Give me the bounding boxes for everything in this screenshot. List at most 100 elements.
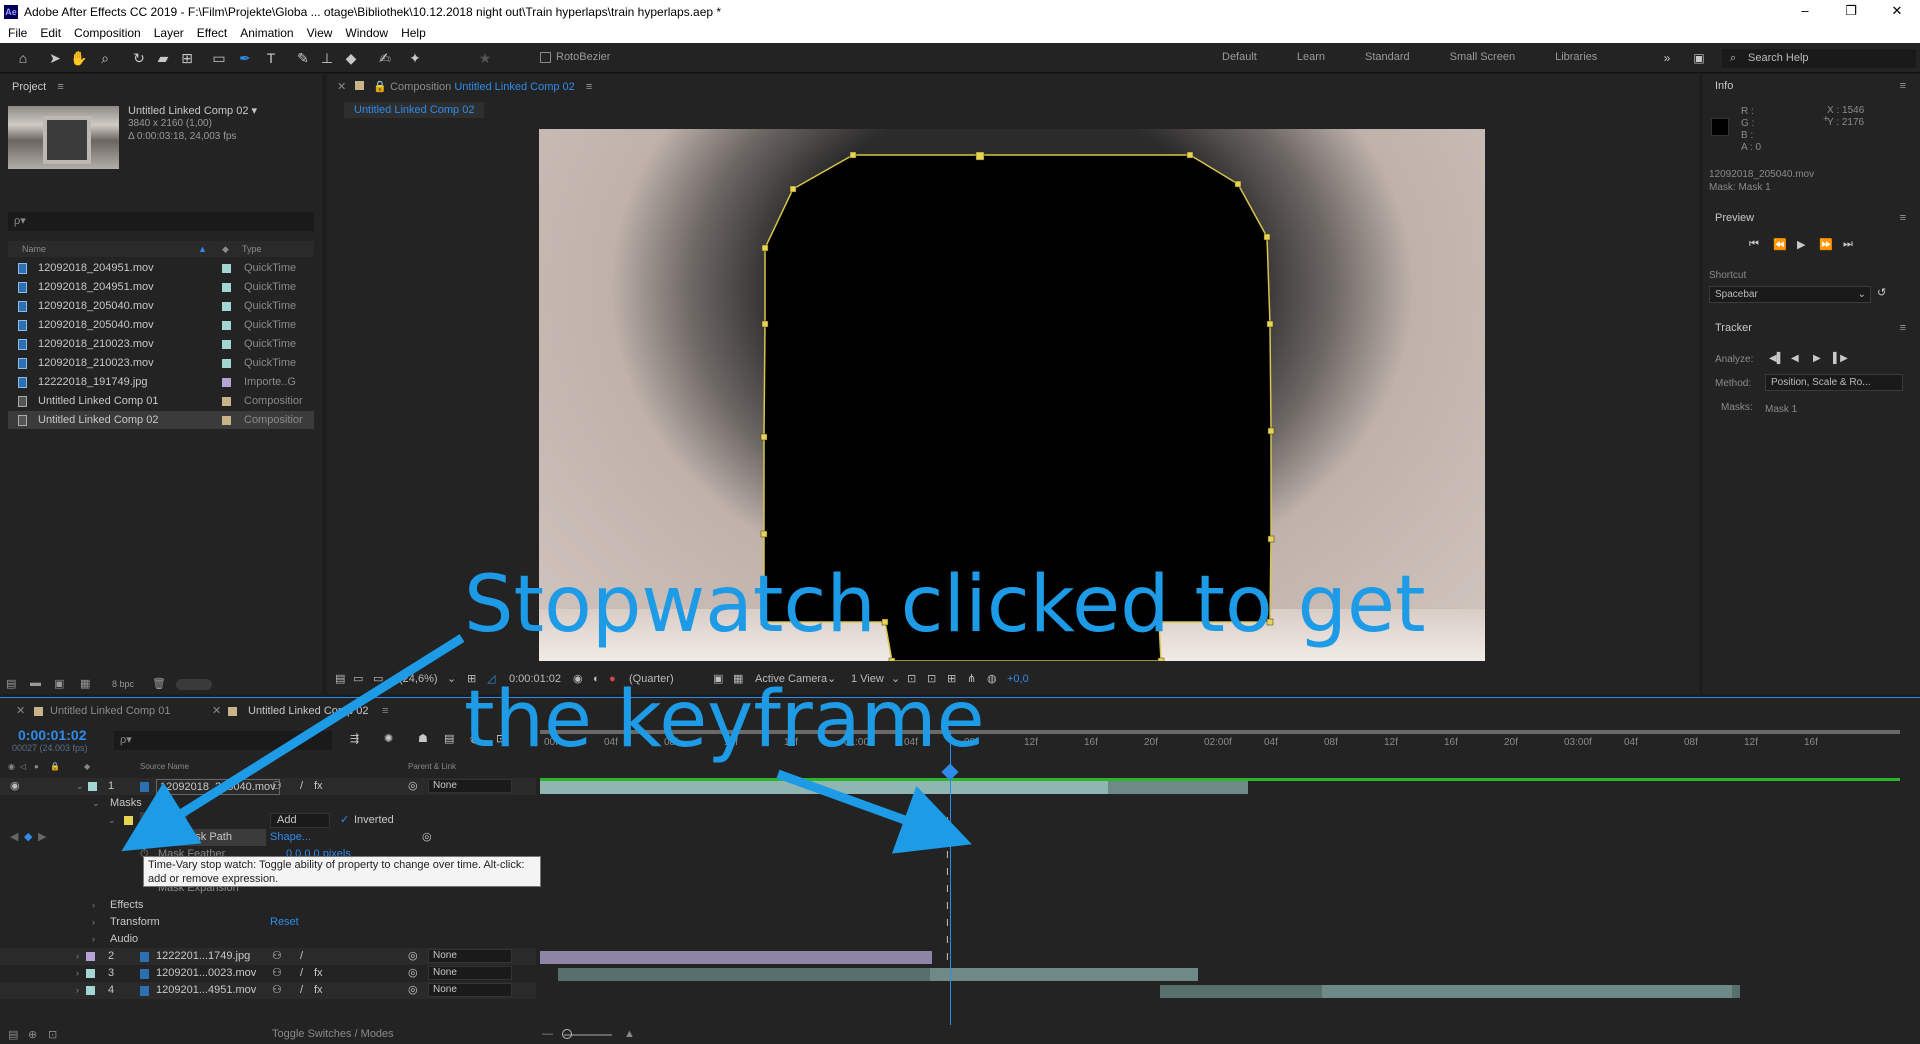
- project-item[interactable]: 12092018_204951.mov QuickTime: [8, 259, 314, 277]
- lock-icon[interactable]: 🔒: [373, 81, 387, 93]
- transform-group[interactable]: › Transform Reset: [0, 914, 536, 931]
- timeline-tab-comp-02[interactable]: Untitled Linked Comp 02: [248, 700, 368, 722]
- mask-vertex[interactable]: [1267, 427, 1275, 435]
- layer-switches-icon[interactable]: ▤: [8, 1028, 18, 1041]
- quality-switch-icon[interactable]: /: [300, 778, 303, 795]
- type-tool-icon[interactable]: T: [262, 49, 280, 67]
- mask-name[interactable]: Mask 1: [140, 812, 188, 829]
- pan-behind-tool-icon[interactable]: ⊞: [178, 49, 196, 67]
- reset-icon[interactable]: ↺: [1877, 286, 1886, 299]
- audio-column-icon[interactable]: ◁: [20, 760, 26, 774]
- analyze-backward-icon[interactable]: ◀▌: [1769, 353, 1784, 364]
- master-view-icon[interactable]: ▭: [373, 668, 383, 690]
- twirl-open-icon[interactable]: ⌄: [108, 812, 116, 829]
- thumbnail-slider[interactable]: [176, 679, 212, 690]
- quality-switch-icon[interactable]: /: [300, 948, 303, 965]
- layer-2-bar[interactable]: [540, 951, 932, 964]
- layer-label-color[interactable]: [88, 782, 97, 791]
- close-tab-icon[interactable]: ✕: [212, 700, 221, 722]
- shy-switch-icon[interactable]: ⚇: [272, 965, 282, 982]
- workspace-libraries[interactable]: Libraries: [1555, 51, 1597, 63]
- project-item[interactable]: 12092018_205040.mov QuickTime: [8, 297, 314, 315]
- parent-dropdown[interactable]: None: [428, 779, 512, 793]
- bit-depth-label[interactable]: 8 bpc: [112, 679, 134, 689]
- project-item[interactable]: 12092018_204951.mov QuickTime: [8, 278, 314, 296]
- twirl-closed-icon[interactable]: ›: [92, 897, 95, 914]
- shy-switch-icon[interactable]: ⚇: [272, 982, 282, 999]
- graph-icon[interactable]: ⊿: [158, 829, 167, 846]
- zoom-tool-icon[interactable]: ⌕: [96, 49, 114, 67]
- visibility-eye-icon[interactable]: ◉: [10, 778, 20, 795]
- source-name-header[interactable]: Source Name: [140, 760, 189, 774]
- next-frame-icon[interactable]: ⏩: [1819, 238, 1833, 251]
- camera-tool-icon[interactable]: ▰: [154, 49, 172, 67]
- effects-switch-icon[interactable]: fx: [314, 982, 323, 999]
- pick-whip-icon[interactable]: ◎: [408, 778, 418, 795]
- project-item[interactable]: Untitled Linked Comp 01 Compositior: [8, 392, 314, 410]
- reset-exposure-icon[interactable]: ◍: [987, 668, 997, 690]
- pen-tool-icon[interactable]: ✒: [236, 49, 254, 67]
- rotate-tool-icon[interactable]: ↻: [130, 49, 148, 67]
- clone-stamp-tool-icon[interactable]: ⊥: [318, 49, 336, 67]
- visibility-column-icon[interactable]: ◉: [8, 760, 15, 774]
- display-icon[interactable]: ▭: [353, 668, 363, 690]
- sort-arrow-icon[interactable]: ▲: [198, 241, 207, 257]
- label-color-swatch[interactable]: [222, 264, 231, 273]
- lock-column-icon[interactable]: 🔒: [50, 760, 60, 774]
- col-type[interactable]: Type: [242, 241, 262, 257]
- close-tab-icon[interactable]: ✕: [16, 700, 25, 722]
- mask-vertex[interactable]: [975, 151, 985, 161]
- twirl-closed-icon[interactable]: ›: [76, 982, 79, 999]
- first-frame-icon[interactable]: ⏮: [1749, 238, 1759, 251]
- new-comp-icon[interactable]: ▣: [54, 677, 64, 690]
- project-item[interactable]: 12092018_205040.mov QuickTime: [8, 316, 314, 334]
- quality-switch-icon[interactable]: /: [300, 965, 303, 982]
- parent-dropdown[interactable]: None: [428, 983, 512, 997]
- parent-dropdown[interactable]: None: [428, 949, 512, 963]
- twirl-closed-icon[interactable]: ›: [92, 931, 95, 948]
- play-icon[interactable]: ▶: [1797, 238, 1805, 251]
- layer-label-color[interactable]: [86, 969, 95, 978]
- mask-vertex[interactable]: [1186, 151, 1194, 159]
- mask-color-swatch[interactable]: [124, 816, 133, 825]
- mask-vertex[interactable]: [1266, 320, 1274, 328]
- project-item[interactable]: Untitled Linked Comp 02 Compositior: [8, 411, 314, 429]
- solo-column-icon[interactable]: ●: [34, 760, 39, 774]
- mask-vertex[interactable]: [760, 530, 768, 538]
- menu-file[interactable]: File: [8, 26, 27, 40]
- new-folder-icon[interactable]: ▬: [30, 677, 41, 689]
- mask-1-row[interactable]: ⌄ Mask 1 Add ✓ Inverted: [0, 812, 536, 829]
- menu-edit[interactable]: Edit: [40, 26, 61, 40]
- layer-name[interactable]: 12092018_205040.mov: [156, 779, 280, 795]
- method-dropdown[interactable]: Position, Scale & Ro...: [1765, 374, 1903, 391]
- keyframe-marker[interactable]: I: [946, 952, 949, 963]
- layer-name[interactable]: 1222201...1749.jpg: [156, 948, 250, 965]
- analyze-forward-frame-icon[interactable]: ▶: [1813, 353, 1821, 364]
- pick-whip-icon[interactable]: ◎: [408, 965, 418, 982]
- panel-menu-icon[interactable]: ≡: [382, 700, 388, 722]
- shortcut-dropdown[interactable]: Spacebar ⌄: [1709, 286, 1871, 303]
- puppet-pin-tool-icon[interactable]: ✦: [406, 49, 424, 67]
- magnification-dropdown[interactable]: (24,6%): [399, 668, 438, 690]
- mask-path-value[interactable]: Shape...: [270, 829, 311, 846]
- pick-whip-icon[interactable]: ◎: [408, 948, 418, 965]
- twirl-closed-icon[interactable]: ›: [92, 914, 95, 931]
- timeline-tracks[interactable]: 00f 04f 08f 12f 16f 01:00f 04f 08f 12f 16f 20f 02:0…: [540, 730, 1910, 1030]
- mask-vertex[interactable]: [849, 151, 857, 159]
- layer-3-bar-highlight[interactable]: [930, 968, 1198, 981]
- panel-menu-icon[interactable]: ≡: [1900, 212, 1906, 224]
- interpret-footage-icon[interactable]: ▤: [6, 677, 16, 690]
- label-color-swatch[interactable]: [222, 321, 231, 330]
- project-search-input[interactable]: ρ▾: [8, 212, 314, 231]
- transfer-controls-icon[interactable]: ⊕: [28, 1028, 37, 1041]
- maximize-button[interactable]: ❐: [1828, 0, 1874, 23]
- parent-link-header[interactable]: Parent & Link: [408, 760, 456, 774]
- mask-vertex[interactable]: [1234, 180, 1242, 188]
- inverted-checkbox[interactable]: ✓: [340, 812, 349, 829]
- twirl-open-icon[interactable]: ⌄: [76, 778, 84, 795]
- more-workspaces-icon[interactable]: »: [1658, 49, 1676, 67]
- project-settings-icon[interactable]: ▦: [80, 677, 90, 690]
- keyframe-marker[interactable]: I: [946, 918, 949, 929]
- composition-tab[interactable]: ✕ 🔒 Composition Untitled Linked Comp 02 …: [327, 74, 592, 100]
- analyze-forward-icon[interactable]: ▌▶: [1833, 353, 1848, 364]
